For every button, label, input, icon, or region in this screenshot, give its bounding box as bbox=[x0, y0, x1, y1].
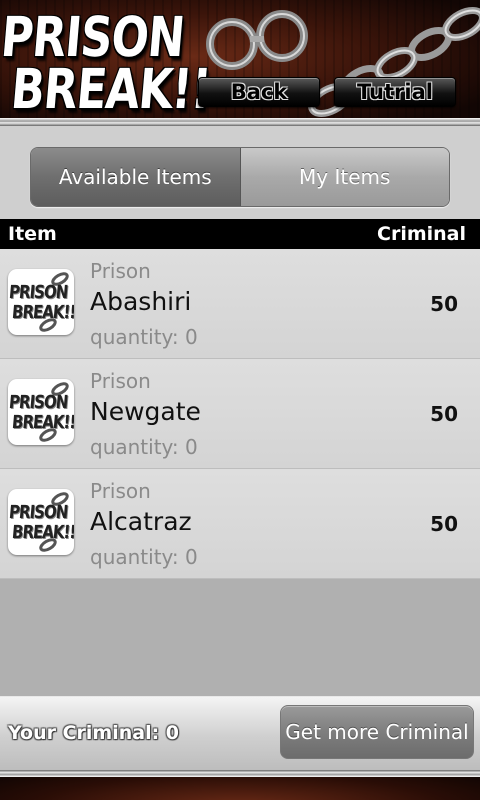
column-header: Item Criminal bbox=[0, 219, 480, 249]
header-divider bbox=[0, 118, 480, 126]
bottom-decoration bbox=[0, 770, 480, 800]
prison-break-thumb-icon: PRISON BREAK!! bbox=[8, 379, 74, 445]
item-price: 50 bbox=[430, 292, 458, 316]
list-item[interactable]: PRISON BREAK!! Prison Alcatraz quantity:… bbox=[0, 469, 480, 579]
prison-break-thumb-icon: PRISON BREAK!! bbox=[8, 269, 74, 335]
column-item: Item bbox=[8, 223, 57, 245]
tab-available-items[interactable]: Available Items bbox=[31, 148, 241, 206]
logo-text-line2: BREAK!! bbox=[8, 58, 213, 122]
item-list: PRISON BREAK!! Prison Abashiri quantity:… bbox=[0, 249, 480, 579]
prison-break-logo: PRISON BREAK!! bbox=[0, 2, 213, 122]
your-criminal-count: Your Criminal: 0 bbox=[8, 722, 180, 744]
tab-my-items[interactable]: My Items bbox=[240, 148, 449, 206]
get-more-criminal-button[interactable]: Get more Criminal bbox=[280, 705, 474, 759]
thumb-text-line1: PRISON bbox=[8, 391, 69, 413]
column-criminal: Criminal bbox=[377, 223, 466, 245]
thumb-text-line1: PRISON bbox=[8, 281, 69, 303]
item-name: Alcatraz bbox=[90, 507, 192, 536]
footer-bar: Your Criminal: 0 Get more Criminal bbox=[0, 696, 480, 770]
items-segmented-control: Available Items My Items bbox=[30, 147, 450, 207]
tab-bar: Available Items My Items bbox=[0, 126, 480, 219]
item-quantity: quantity: 0 bbox=[90, 325, 198, 349]
thumb-text-line2: BREAK!! bbox=[11, 411, 74, 433]
item-category: Prison bbox=[90, 369, 151, 393]
thumb-text-line2: BREAK!! bbox=[11, 521, 74, 543]
item-price: 50 bbox=[430, 512, 458, 536]
handcuffs-icon bbox=[206, 10, 308, 70]
item-name: Abashiri bbox=[90, 287, 192, 316]
list-item[interactable]: PRISON BREAK!! Prison Abashiri quantity:… bbox=[0, 249, 480, 359]
thumb-text-line2: BREAK!! bbox=[11, 301, 74, 323]
bottom-divider bbox=[0, 770, 480, 777]
list-item[interactable]: PRISON BREAK!! Prison Newgate quantity: … bbox=[0, 359, 480, 469]
item-category: Prison bbox=[90, 479, 151, 503]
item-category: Prison bbox=[90, 259, 151, 283]
app-header: PRISON BREAK!! Back Tutrial bbox=[0, 0, 480, 126]
item-price: 50 bbox=[430, 402, 458, 426]
thumb-text-line1: PRISON bbox=[8, 501, 69, 523]
back-button[interactable]: Back bbox=[198, 77, 320, 107]
item-quantity: quantity: 0 bbox=[90, 545, 198, 569]
tutorial-button[interactable]: Tutrial bbox=[334, 77, 456, 107]
item-quantity: quantity: 0 bbox=[90, 435, 198, 459]
item-name: Newgate bbox=[90, 397, 201, 426]
prison-break-thumb-icon: PRISON BREAK!! bbox=[8, 489, 74, 555]
